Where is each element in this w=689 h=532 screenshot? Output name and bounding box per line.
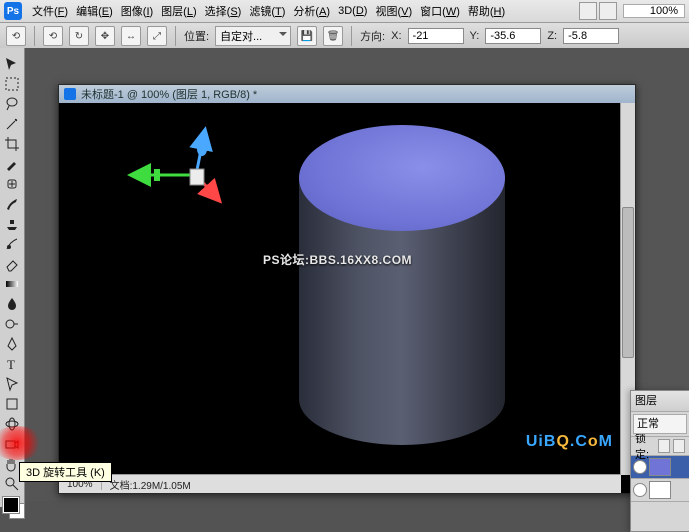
menubar: Ps 文件(F) 编辑(E) 图像(I) 图层(L) 选择(S) 滤镜(T) 分… xyxy=(0,0,689,23)
menu-file[interactable]: 文件(F) xyxy=(28,1,72,21)
eyedropper-tool[interactable] xyxy=(1,154,23,173)
blend-mode-select[interactable]: 正常 xyxy=(633,414,687,434)
3d-slide-icon[interactable]: ↔ xyxy=(121,26,141,46)
menu-analysis[interactable]: 分析(A) xyxy=(289,1,334,21)
lock-row: 锁定: xyxy=(631,436,689,456)
menu-view[interactable]: 视图(V) xyxy=(371,1,416,21)
3d-axis-widget[interactable] xyxy=(124,123,234,213)
3d-rotate-icon[interactable]: ⟲ xyxy=(43,26,63,46)
z-input[interactable]: -5.8 xyxy=(563,28,619,44)
3d-cylinder[interactable] xyxy=(299,115,505,459)
marquee-tool[interactable] xyxy=(1,74,23,93)
layers-panel: 图层 正常 锁定: 图层 1 背景 xyxy=(630,390,689,532)
view-extras-icon[interactable] xyxy=(599,2,617,20)
x-label: X: xyxy=(391,30,401,42)
position-label: 位置: xyxy=(184,28,209,44)
document-title: 未标题-1 @ 100% (图层 1, RGB/8) * xyxy=(81,86,257,102)
eraser-tool[interactable] xyxy=(1,254,23,273)
3d-scale-icon[interactable]: ⤢ xyxy=(147,26,167,46)
layer-row[interactable]: 背景 xyxy=(631,479,689,502)
lasso-tool[interactable] xyxy=(1,94,23,113)
document-titlebar[interactable]: 未标题-1 @ 100% (图层 1, RGB/8) * xyxy=(59,85,635,104)
visibility-icon[interactable] xyxy=(633,460,647,474)
y-label: Y: xyxy=(470,30,480,42)
brush-tool[interactable] xyxy=(1,194,23,213)
workspace: T 3D 旋转工具 (K) 未标题-1 @ 100% (图层 1, RGB/8)… xyxy=(0,48,689,501)
z-label: Z: xyxy=(547,30,557,42)
menu-help[interactable]: 帮助(H) xyxy=(464,1,509,21)
menu-layer[interactable]: 图层(L) xyxy=(157,1,200,21)
position-mode-select[interactable]: 自定对... xyxy=(215,26,291,46)
svg-text:T: T xyxy=(7,357,15,372)
save-preset-icon[interactable]: 💾 xyxy=(297,26,317,46)
gradient-tool[interactable] xyxy=(1,274,23,293)
orientation-label: 方向: xyxy=(360,28,385,44)
status-bar: 100% 文档:1.29M/1.05M xyxy=(59,474,621,493)
path-selection-tool[interactable] xyxy=(1,374,23,393)
blur-tool[interactable] xyxy=(1,294,23,313)
menu-filter[interactable]: 滤镜(T) xyxy=(245,1,289,21)
layer-row[interactable]: 图层 1 xyxy=(631,456,689,479)
pen-tool[interactable] xyxy=(1,334,23,353)
scrollbar-thumb[interactable] xyxy=(622,207,634,358)
menu-window[interactable]: 窗口(W) xyxy=(416,1,464,21)
move-tool[interactable] xyxy=(1,54,23,73)
canvas[interactable]: PS论坛:BBS.16XX8.COM UiBQ.CoM xyxy=(59,103,621,475)
layers-tab[interactable]: 图层 xyxy=(631,391,689,412)
lock-pixels-icon[interactable] xyxy=(673,439,685,453)
menu-select[interactable]: 选择(S) xyxy=(201,1,246,21)
document-icon xyxy=(64,88,76,100)
toolbox: T xyxy=(0,48,25,507)
menu-edit[interactable]: 编辑(E) xyxy=(72,1,117,21)
3d-camera-tool[interactable] xyxy=(1,434,23,453)
menu-image[interactable]: 图像(I) xyxy=(117,1,157,21)
type-tool[interactable]: T xyxy=(1,354,23,373)
launch-bridge-icon[interactable] xyxy=(579,2,597,20)
menu-3d[interactable]: 3D(D) xyxy=(334,3,371,19)
layer-thumbnail xyxy=(649,458,671,476)
clone-stamp-tool[interactable] xyxy=(1,214,23,233)
foreground-color-swatch[interactable] xyxy=(3,497,19,513)
shape-tool[interactable] xyxy=(1,394,23,413)
options-bar: ⟲ ⟲ ↻ ✥ ↔ ⤢ 位置: 自定对... 💾 🗑 方向: X: -21 Y:… xyxy=(0,23,689,50)
x-input[interactable]: -21 xyxy=(408,28,464,44)
healing-brush-tool[interactable] xyxy=(1,174,23,193)
layer-thumbnail xyxy=(649,481,671,499)
watermark-text: PS论坛:BBS.16XX8.COM xyxy=(263,251,412,268)
active-tool-icon: ⟲ xyxy=(6,26,26,46)
delete-preset-icon[interactable]: 🗑 xyxy=(323,26,343,46)
magic-wand-tool[interactable] xyxy=(1,114,23,133)
history-brush-tool[interactable] xyxy=(1,234,23,253)
app-icon: Ps xyxy=(4,2,22,20)
y-input[interactable]: -35.6 xyxy=(485,28,541,44)
crop-tool[interactable] xyxy=(1,134,23,153)
dodge-tool[interactable] xyxy=(1,314,23,333)
3d-rotate-tool[interactable] xyxy=(1,414,23,433)
status-docsize[interactable]: 文档:1.29M/1.05M xyxy=(102,477,199,492)
color-swatches[interactable] xyxy=(0,497,24,527)
document-window: 未标题-1 @ 100% (图层 1, RGB/8) * PS论坛 xyxy=(58,84,636,494)
tool-tooltip: 3D 旋转工具 (K) xyxy=(19,462,112,482)
3d-roll-icon[interactable]: ↻ xyxy=(69,26,89,46)
lock-transparency-icon[interactable] xyxy=(658,439,670,453)
brand-watermark: UiBQ.CoM xyxy=(526,433,613,451)
3d-pan-icon[interactable]: ✥ xyxy=(95,26,115,46)
visibility-icon[interactable] xyxy=(633,483,647,497)
zoom-level-field[interactable]: 100% xyxy=(623,4,685,18)
